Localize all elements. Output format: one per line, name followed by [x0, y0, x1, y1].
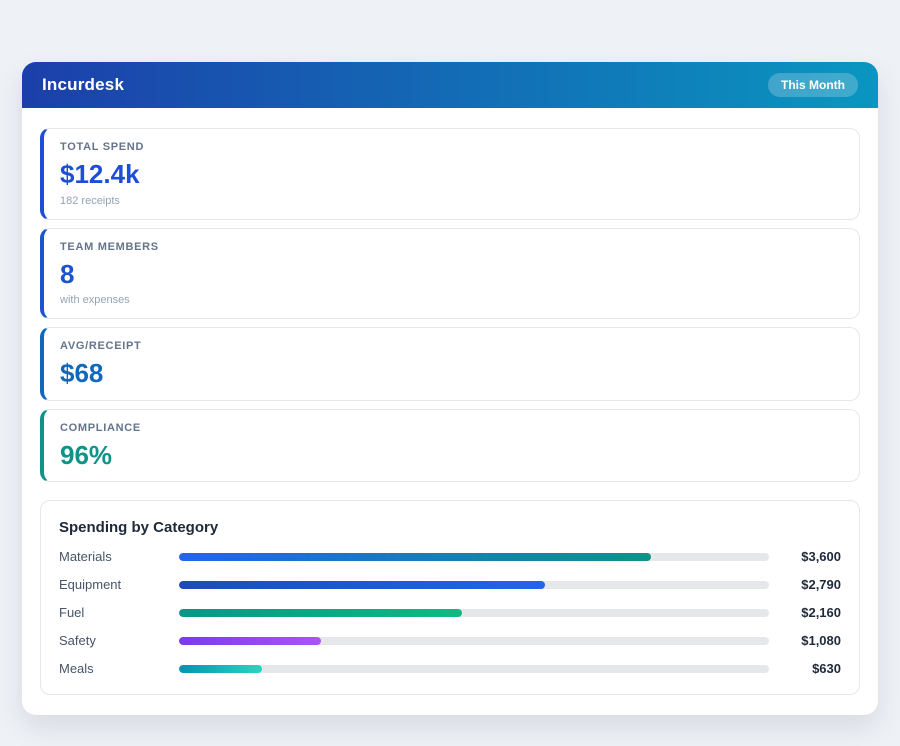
bar-fill	[179, 608, 463, 617]
period-badge[interactable]: This Month	[768, 73, 858, 97]
category-amount: $630	[812, 661, 841, 677]
stat-label: TEAM MEMBERS	[60, 240, 159, 253]
bar-track	[179, 664, 769, 673]
bar-fill	[179, 664, 262, 673]
category-label: Safety	[59, 633, 96, 649]
category-amount: $3,600	[801, 549, 841, 565]
category-row-meals: Meals $630	[59, 661, 841, 676]
stat-value: 96%	[60, 439, 113, 470]
category-amount: $1,080	[801, 633, 841, 649]
bar-fill	[179, 636, 321, 645]
app-title: Incurdesk	[42, 75, 125, 94]
stat-card-total-spend: TOTAL SPEND $12.4k 182 receipts	[40, 128, 860, 220]
category-amount: $2,790	[801, 577, 841, 593]
category-row-materials: Materials $3,600	[59, 549, 841, 564]
stat-subtext: with expenses	[60, 294, 130, 307]
stat-label: TOTAL SPEND	[60, 141, 145, 153]
dashboard-body: TOTAL SPEND $12.4k 182 receipts TEAM MEM…	[22, 108, 878, 715]
page-background: { "header": { "title": "Incurdesk", "bad…	[0, 0, 900, 746]
category-row-fuel: Fuel $2,160	[59, 605, 841, 620]
spending-by-category-card: Spending by Category Materials $3,600 Eq…	[40, 500, 860, 696]
stat-value: 8	[60, 258, 75, 289]
category-row-equipment: Equipment $2,790	[59, 577, 841, 592]
stat-card-team-members: TEAM MEMBERS 8 with expenses	[40, 227, 860, 320]
category-label: Materials	[59, 549, 112, 565]
category-label: Meals	[59, 661, 94, 677]
stat-subtext: 182 receipts	[60, 194, 120, 207]
category-row-safety: Safety $1,080	[59, 633, 841, 648]
bar-track	[179, 608, 769, 617]
spending-chart-title: Spending by Category	[59, 519, 219, 537]
dashboard-card: Incurdesk This Month TOTAL SPEND $12.4k …	[22, 62, 878, 716]
category-label: Fuel	[59, 605, 85, 621]
bar-fill	[179, 580, 545, 589]
stat-label: COMPLIANCE	[60, 421, 141, 434]
bar-track	[179, 552, 769, 561]
stat-card-compliance: COMPLIANCE 96%	[40, 408, 860, 483]
bar-track	[179, 636, 769, 645]
stat-value: $12.4k	[60, 159, 140, 189]
app-header: Incurdesk This Month	[22, 62, 878, 108]
category-label: Equipment	[59, 577, 122, 593]
bar-fill	[179, 552, 651, 561]
category-amount: $2,160	[801, 605, 841, 621]
stat-card-avg-receipt: AVG/RECEIPT $68	[40, 327, 860, 401]
bar-track	[179, 580, 769, 589]
stat-label: AVG/RECEIPT	[60, 340, 142, 353]
stat-value: $68	[60, 358, 104, 389]
